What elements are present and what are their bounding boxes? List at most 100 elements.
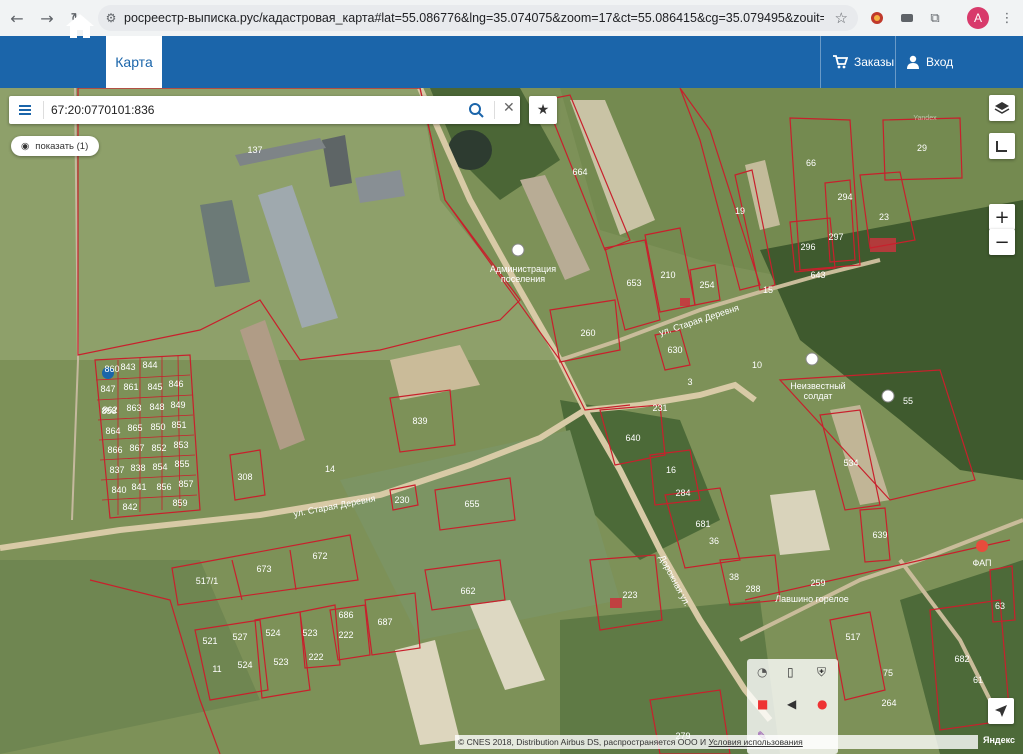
parcel-label: 687 — [377, 617, 392, 627]
parcel-label: 66 — [806, 158, 816, 168]
parcel-label: 29 — [917, 143, 927, 153]
tray-record-icon[interactable]: ■ — [757, 697, 768, 711]
parcel-label: 863 — [126, 403, 141, 413]
parcel-label: 681 — [695, 519, 710, 529]
parcel-label: 75 — [883, 668, 893, 678]
parcel-label: 264 — [881, 698, 896, 708]
parcel-label: 222 — [338, 630, 353, 640]
parcel-label: 308 — [237, 472, 252, 482]
parcel-label: 16 — [666, 465, 676, 475]
parcel-label: 686 — [338, 610, 353, 620]
media-icon[interactable] — [896, 7, 918, 29]
forward-icon[interactable]: → — [34, 5, 60, 31]
cadastral-map[interactable]: 137 664 66 29 294 23 297 296 643 19 15 2… — [0, 88, 1023, 754]
parcel-label: 854 — [152, 462, 167, 472]
divider — [43, 101, 44, 119]
parcel-label: 842 — [122, 502, 137, 512]
parcel-label: 857 — [178, 479, 193, 489]
parcel-label: 643 — [810, 270, 825, 280]
tray-icon[interactable]: ◔ — [757, 665, 767, 679]
parcel-label: 850 — [150, 422, 165, 432]
parcel-label: 524 — [237, 660, 252, 670]
parcel-label: 866 — [107, 445, 122, 455]
home-icon[interactable] — [62, 10, 98, 42]
yandex-logo[interactable]: Яндекс — [983, 735, 1015, 745]
tab-map[interactable]: Карта — [106, 36, 162, 88]
login-button[interactable]: Вход — [906, 36, 953, 88]
extension-icon[interactable] — [866, 7, 888, 29]
parcel-label: 38 — [729, 572, 739, 582]
search-icon[interactable] — [468, 102, 484, 118]
layers-button[interactable] — [989, 95, 1015, 121]
parcel-label: 664 — [572, 167, 587, 177]
cadastral-number-input[interactable] — [51, 100, 451, 120]
parcel-label: 655 — [464, 499, 479, 509]
parcel-label: 534 — [843, 458, 858, 468]
parcel-label: 861 — [123, 382, 138, 392]
map-watermark: Yandex — [913, 115, 937, 122]
parcel-label: 284 — [675, 488, 690, 498]
tray-shield-icon[interactable]: ⛨ — [817, 665, 826, 680]
parcel-label: 840 — [111, 485, 126, 495]
parcel-label: 673 — [256, 564, 271, 574]
site-info-icon[interactable]: ⚙ — [98, 11, 124, 25]
menu-icon[interactable] — [17, 102, 33, 118]
parcel-label: 853 — [173, 440, 188, 450]
bookmark-star-icon[interactable]: ☆ — [835, 9, 848, 27]
parcel-label: 63 — [995, 601, 1005, 611]
parcel-label: 11 — [212, 664, 221, 674]
parcel-label: 517/1 — [196, 576, 219, 586]
parcel-label: 859 — [172, 498, 187, 508]
parcel-label: 837 — [109, 465, 124, 475]
divider — [494, 101, 495, 119]
parcel-label: 296 — [800, 242, 815, 252]
parcel-label: 259 — [810, 578, 825, 588]
parcel-label: 36 — [709, 536, 719, 546]
address-url[interactable]: росреестр-выписка.рус/кадастровая_карта#… — [124, 11, 824, 25]
parcel-label: 846 — [168, 379, 183, 389]
browser-menu-icon[interactable]: ⋮ — [996, 7, 1018, 29]
parcel-label: 851 — [171, 420, 186, 430]
parcel-label: 297 — [828, 232, 843, 242]
parcel-label: 3 — [687, 377, 692, 387]
parcel-label: 848 — [149, 402, 164, 412]
orders-button[interactable]: Заказы — [832, 36, 894, 88]
parcel-label: 849 — [170, 400, 185, 410]
parcel-label: 860 — [104, 364, 119, 374]
parcel-label: 14 — [325, 464, 335, 474]
parcel-label: 845 — [147, 382, 162, 392]
tray-volume-icon[interactable]: ◀ — [787, 697, 796, 711]
tray-usb-icon[interactable]: ▯ — [787, 665, 794, 679]
favorite-star-button[interactable]: ★ — [529, 96, 557, 124]
orders-label: Заказы — [854, 55, 895, 69]
navigation-arrow-icon — [995, 705, 1007, 717]
parcel-label: 639 — [872, 530, 887, 540]
parcel-label: 662 — [460, 586, 475, 596]
parcel-label: 10 — [752, 360, 762, 370]
address-bar[interactable]: ⚙ росреестр-выписка.рус/кадастровая_карт… — [98, 5, 858, 31]
login-label: Вход — [926, 55, 954, 69]
geolocate-button[interactable] — [988, 698, 1014, 724]
extensions-puzzle-icon[interactable]: ⧉ — [924, 7, 946, 29]
measure-button[interactable] — [989, 133, 1015, 159]
parcel-label: 843 — [120, 362, 135, 372]
parcel-label: 867 — [129, 443, 144, 453]
map-attribution: © CNES 2018, Distribution Airbus DS, рас… — [455, 735, 978, 749]
header-divider — [895, 36, 896, 88]
show-results-button[interactable]: ◉ показать (1) — [11, 136, 99, 156]
parcel-label: 523 — [273, 657, 288, 667]
clear-icon[interactable]: ✕ — [503, 100, 515, 116]
tray-opera-icon[interactable]: ● — [817, 697, 827, 711]
user-icon — [907, 55, 919, 69]
zoom-in-button[interactable]: + — [989, 204, 1015, 230]
parcel-label: 260 — [580, 328, 595, 338]
back-icon[interactable]: ← — [4, 5, 30, 31]
parcel-label: 862 — [102, 405, 117, 415]
zoom-out-button[interactable]: − — [989, 229, 1015, 255]
parcel-label: 865 — [127, 423, 142, 433]
parcel-label: 864 — [105, 426, 120, 436]
attribution-text: © CNES 2018, Distribution Airbus DS, рас… — [458, 737, 707, 747]
profile-avatar[interactable]: A — [967, 7, 989, 29]
parcel-label: 524 — [265, 628, 280, 638]
terms-link[interactable]: Условия использования — [708, 737, 802, 747]
